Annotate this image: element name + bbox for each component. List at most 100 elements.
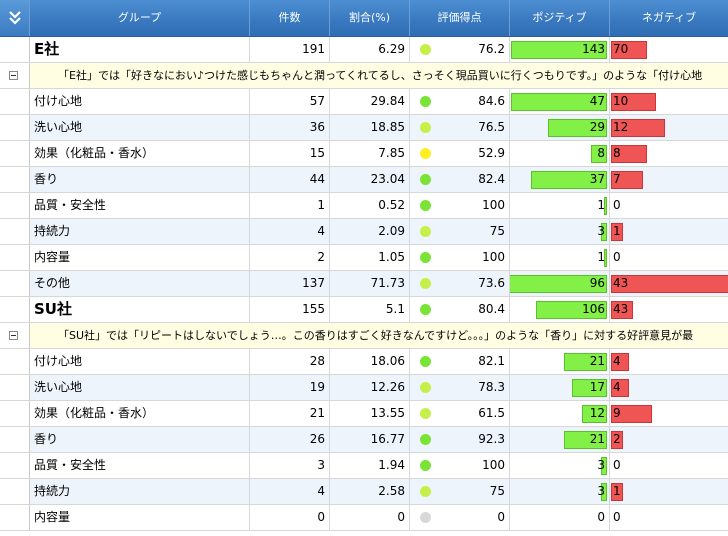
expander-cell [0,245,30,270]
score-cell: 82.1 [410,349,510,374]
score-cell: 61.5 [410,401,510,426]
score-cell: 76.2 [410,37,510,62]
table-row[interactable]: 持続力 4 2.58 75 3 1 [0,479,728,505]
positive-value: 21 [589,432,605,446]
score-value: 84.6 [478,94,505,108]
column-header-group[interactable]: グループ [30,0,250,36]
table-row[interactable]: 香り 26 16.77 92.3 21 2 [0,427,728,453]
score-value: 75 [489,224,505,238]
score-indicator-dot [420,174,431,185]
score-value: 76.2 [478,42,505,56]
positive-value: 3 [597,224,605,238]
score-cell: 78.3 [410,375,510,400]
group-comment: 「E社」では「好きなにおい♪つけた感じもちゃんと潤ってくれてるし、さっそく現品買… [58,69,703,82]
score-value: 100 [482,198,505,212]
score-value: 80.4 [478,302,505,316]
column-header-count[interactable]: 件数 [250,0,330,36]
table-row[interactable]: 品質・安全性 1 0.52 100 1 0 [0,193,728,219]
negative-value: 0 [613,510,621,524]
group-row[interactable]: SU社 155 5.1 80.4 106 43 [0,297,728,323]
positive-value: 37 [589,172,605,186]
table-row[interactable]: 効果（化粧品・香水） 15 7.85 52.9 8 8 [0,141,728,167]
column-header-positive[interactable]: ポジティブ [510,0,610,36]
table-row[interactable]: 内容量 2 1.05 100 1 0 [0,245,728,271]
percent-cell: 6.29 [330,37,410,62]
negative-cell: 4 [610,375,728,400]
table-row[interactable]: 香り 44 23.04 82.4 37 7 [0,167,728,193]
negative-value: 0 [613,250,621,264]
score-indicator-dot [420,434,431,445]
expander-cell [0,297,30,322]
score-cell: 100 [410,193,510,218]
table-row[interactable]: 効果（化粧品・香水） 21 13.55 61.5 12 9 [0,401,728,427]
expander-cell [0,479,30,504]
item-name: 内容量 [30,245,250,270]
negative-cell: 43 [610,271,728,296]
expander-cell [0,141,30,166]
table-row[interactable]: 付け心地 28 18.06 82.1 21 4 [0,349,728,375]
group-name: E社 [30,37,250,62]
table-row[interactable]: 品質・安全性 3 1.94 100 3 0 [0,453,728,479]
score-cell: 52.9 [410,141,510,166]
count-cell: 2 [250,245,330,270]
grid-header: グループ 件数 割合(%) 評価得点 ポジティブ ネガティブ [0,0,728,37]
column-header-score[interactable]: 評価得点 [410,0,510,36]
score-value: 0 [497,510,505,524]
count-cell: 28 [250,349,330,374]
table-row[interactable]: 洗い心地 36 18.85 76.5 29 12 [0,115,728,141]
percent-cell: 0 [330,505,410,530]
item-name: 効果（化粧品・香水） [30,141,250,166]
percent-cell: 16.77 [330,427,410,452]
positive-cell: 12 [510,401,610,426]
collapse-toggle-icon[interactable] [9,71,18,80]
item-name: 持続力 [30,219,250,244]
positive-cell: 47 [510,89,610,114]
table-row[interactable]: 付け心地 57 29.84 84.6 47 10 [0,89,728,115]
count-cell: 155 [250,297,330,322]
negative-value: 1 [613,484,621,498]
score-indicator-dot [420,512,431,523]
column-header-negative[interactable]: ネガティブ [610,0,728,36]
positive-cell: 21 [510,427,610,452]
positive-value: 1 [597,250,605,264]
expander-cell [0,115,30,140]
negative-value: 43 [613,276,629,290]
negative-cell: 0 [610,245,728,270]
group-comment-row: 「SU社」では「リピートはしないでしょう…。この香りはすごく好きなんですけど。。… [0,323,728,349]
score-value: 61.5 [478,406,505,420]
double-chevron-down-icon [9,11,21,25]
collapse-toggle-icon[interactable] [9,331,18,340]
data-grid: グループ 件数 割合(%) 評価得点 ポジティブ ネガティブ E社 1 9 1 6.29… [0,0,728,536]
score-value: 100 [482,250,505,264]
group-comment: 「SU社」では「リピートはしないでしょう…。この香りはすごく好きなんですけど。。… [58,329,694,342]
score-value: 100 [482,458,505,472]
negative-value: 10 [613,94,629,108]
score-cell: 100 [410,245,510,270]
positive-cell: 1 [510,245,610,270]
positive-cell: 0 [510,505,610,530]
negative-cell: 7 [610,167,728,192]
negative-value: 9 [613,406,621,420]
negative-cell: 0 [610,193,728,218]
column-header-percent[interactable]: 割合(%) [330,0,410,36]
table-row[interactable]: 持続力 4 2.09 75 3 1 [0,219,728,245]
negative-value: 70 [613,42,629,56]
table-row[interactable]: その他 137 71.73 73.6 96 43 [0,271,728,297]
count-cell: 57 [250,89,330,114]
percent-cell: 13.55 [330,401,410,426]
percent-cell: 2.58 [330,479,410,504]
positive-value: 21 [589,354,605,368]
percent-cell: 1.05 [330,245,410,270]
negative-value: 1 [613,224,621,238]
item-name: 洗い心地 [30,375,250,400]
group-comment-row: 「E社」では「好きなにおい♪つけた感じもちゃんと潤ってくれてるし、さっそく現品買… [0,63,728,89]
collapse-all-button[interactable] [0,0,30,36]
score-cell: 100 [410,453,510,478]
positive-cell: 29 [510,115,610,140]
table-row[interactable]: 洗い心地 19 12.26 78.3 17 4 [0,375,728,401]
expander-cell [0,193,30,218]
expander-cell [0,219,30,244]
score-indicator-dot [420,252,431,263]
table-row[interactable]: 内容量 0 0 0 0 0 [0,505,728,531]
group-row[interactable]: E社 191 6.29 76.2 143 70 [0,37,728,63]
